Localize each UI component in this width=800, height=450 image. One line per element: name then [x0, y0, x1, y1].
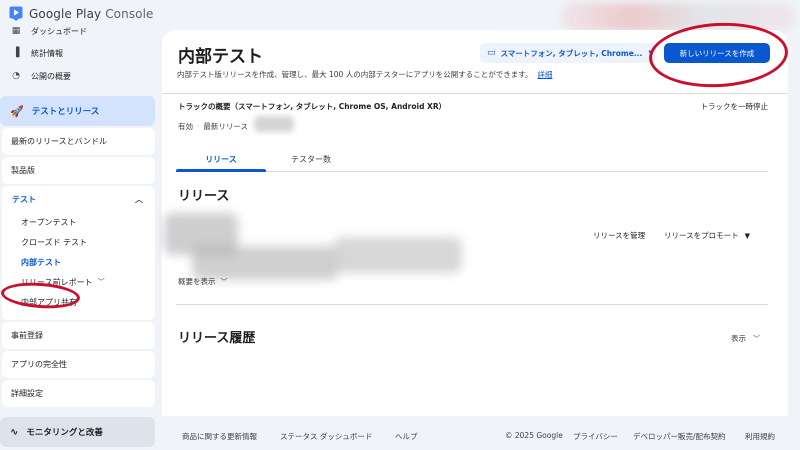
display-label: 表示	[731, 334, 746, 343]
latest-releases-label: 最新のリリースとバンドル	[11, 137, 107, 146]
rocket-icon: 🚀	[10, 104, 24, 118]
redacted-release-info	[334, 237, 462, 273]
sidebar-section-test-and-release[interactable]: 🚀 テストとリリース	[0, 96, 155, 126]
footer-link-terms[interactable]: 利用規約	[745, 431, 775, 442]
promote-release-button[interactable]: リリースをプロモート ▼	[664, 230, 750, 241]
sidebar-item-dashboard[interactable]: ▦ ダッシュボード	[0, 20, 160, 42]
sidebar-item-latest-releases[interactable]: 最新のリリースとバンドル	[2, 128, 155, 155]
sidebar-item-statistics[interactable]: ▐ 統計情報	[0, 42, 160, 64]
sidebar-section-monitoring[interactable]: ∿ モニタリングと改善	[0, 417, 155, 447]
open-testing-label: オープンテスト	[21, 217, 77, 227]
redacted-account-area	[560, 3, 795, 31]
sidebar-item-label: 公開の概要	[31, 71, 71, 81]
sidebar-item-publishing-overview[interactable]: ◔ 公開の概要	[0, 65, 160, 87]
releases-section-title: リリース	[178, 189, 230, 204]
logo-text-console: Console	[105, 6, 154, 21]
closed-testing-label: クローズド テスト	[21, 237, 88, 247]
app-integrity-label: アプリの完全性	[11, 360, 67, 369]
devices-icon: ▭	[487, 48, 496, 58]
active-tab-indicator	[176, 169, 266, 172]
create-new-release-button[interactable]: 新しいリリースを作成	[664, 43, 770, 63]
caret-down-icon: ▼	[744, 232, 751, 240]
sidebar-item-app-integrity[interactable]: アプリの完全性	[2, 351, 155, 378]
divider	[176, 304, 768, 305]
testing-label: テスト	[12, 194, 36, 204]
sidebar-item-label: ダッシュボード	[31, 26, 87, 36]
page-description: 内部テスト版リリースを作成、管理し、最大 100 人の内部テスターにアプリを公開…	[177, 69, 552, 80]
play-console-logo-icon	[9, 6, 23, 21]
status-active-label: 有効	[178, 122, 193, 131]
internal-testing-label: 内部テスト	[21, 257, 61, 267]
latest-release-label: 最新リリース	[203, 122, 249, 131]
description-text: 内部テスト版リリースを作成、管理し、最大 100 人の内部テスターにアプリを公開…	[177, 70, 533, 79]
sidebar-testing-group: テスト ︿ オープンテスト クローズド テスト 内部テスト リリース前レポート ﹀…	[2, 186, 155, 320]
section-label: テストとリリース	[31, 107, 100, 117]
redacted-release-name	[254, 116, 294, 132]
pre-registration-label: 事前登録	[11, 331, 43, 340]
footer-link-status-dashboard[interactable]: ステータス ダッシュボード	[280, 431, 372, 442]
tab-releases[interactable]: リリース	[176, 154, 266, 165]
redacted-release-info	[192, 246, 338, 280]
advanced-settings-label: 詳細設定	[11, 389, 43, 398]
caret-down-icon: ▼	[648, 49, 654, 57]
sidebar-item-closed-testing[interactable]: クローズド テスト	[2, 232, 155, 252]
sidebar-item-internal-app-sharing[interactable]: 内部アプリ共有	[2, 292, 155, 312]
footer-link-help[interactable]: ヘルプ	[395, 431, 418, 442]
publishing-overview-icon: ◔	[12, 71, 20, 81]
track-status: 有効 · 最新リリース	[178, 121, 248, 132]
sidebar: ▦ ダッシュボード ▐ 統計情報 ◔ 公開の概要 🚀 テストとリリース 最新のリ…	[0, 26, 160, 450]
sidebar-item-open-testing[interactable]: オープンテスト	[2, 212, 155, 232]
footer-link-privacy[interactable]: プライバシー	[573, 431, 618, 442]
sidebar-item-pre-launch-report[interactable]: リリース前レポート ﹀	[2, 272, 155, 292]
chevron-down-icon: ﹀	[220, 278, 228, 286]
sidebar-item-label: 統計情報	[31, 48, 63, 58]
device-type-select[interactable]: ▭ スマートフォン, タブレット, Chrome... ▼	[480, 43, 656, 63]
play-console-logo[interactable]: Google Play Console	[9, 6, 154, 21]
divider	[162, 93, 788, 94]
release-history-title: リリース履歴	[178, 331, 256, 346]
device-select-value: スマートフォン, タブレット, Chrome...	[500, 48, 643, 58]
footer-link-developer-agreement[interactable]: デベロッパー販売/配布契約	[633, 431, 726, 442]
sidebar-item-pre-registration[interactable]: 事前登録	[2, 322, 155, 349]
monitoring-label: モニタリングと改善	[26, 428, 103, 438]
chevron-up-icon: ︿	[135, 194, 143, 204]
sidebar-item-production[interactable]: 製品版	[2, 157, 155, 184]
pause-track-button[interactable]: トラックを一時停止	[701, 101, 769, 112]
show-summary-label: 概要を表示	[178, 277, 216, 286]
dashboard-icon: ▦	[11, 26, 21, 36]
chevron-down-icon: ﹀	[753, 335, 760, 343]
separator-dot: ·	[197, 122, 200, 131]
sidebar-item-internal-testing[interactable]: 内部テスト	[2, 252, 155, 272]
monitoring-icon: ∿	[10, 426, 19, 438]
sidebar-item-testing[interactable]: テスト ︿	[2, 186, 155, 212]
tab-bar: リリース テスター数	[176, 152, 768, 172]
bar-chart-icon: ▐	[12, 48, 20, 58]
logo-text-play: Google Play	[29, 6, 102, 21]
display-toggle[interactable]: 表示 ﹀	[731, 333, 760, 344]
pre-launch-report-label: リリース前レポート	[21, 277, 93, 287]
main-panel: 内部テスト 内部テスト版リリースを作成、管理し、最大 100 人の内部テスターに…	[162, 19, 790, 416]
footer-copyright: © 2025 Google	[505, 431, 563, 440]
sidebar-item-advanced-settings[interactable]: 詳細設定	[2, 380, 155, 407]
details-link[interactable]: 詳細	[537, 70, 552, 79]
manage-release-button[interactable]: リリースを管理	[593, 230, 645, 241]
promote-release-label: リリースをプロモート	[664, 231, 739, 240]
track-overview-title: トラックの概要（スマートフォン, タブレット, Chrome OS, Andro…	[178, 102, 447, 111]
production-label: 製品版	[11, 166, 35, 175]
footer-link-product-updates[interactable]: 商品に関する更新情報	[182, 431, 257, 442]
tab-testers[interactable]: テスター数	[266, 154, 356, 165]
show-summary-toggle[interactable]: 概要を表示 ﹀	[178, 276, 228, 287]
internal-app-sharing-label: 内部アプリ共有	[21, 297, 77, 307]
chevron-down-icon: ﹀	[97, 278, 105, 286]
page-title: 内部テスト	[178, 47, 263, 67]
